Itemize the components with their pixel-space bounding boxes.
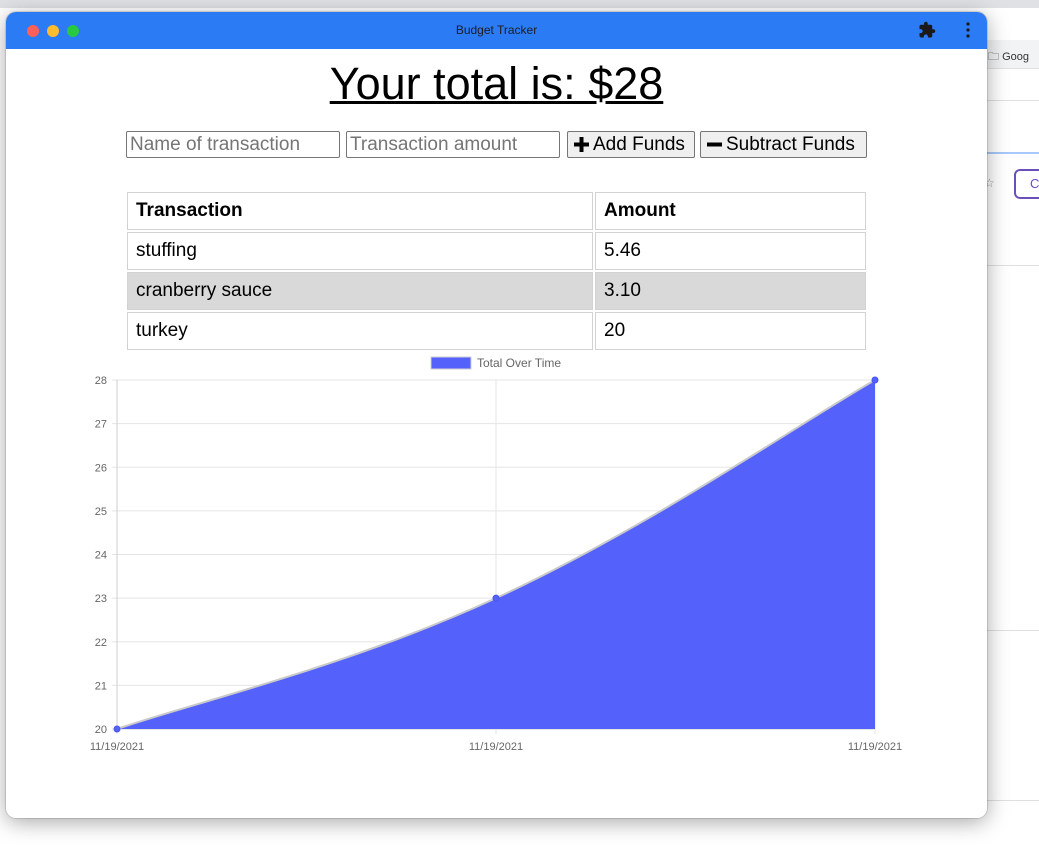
y-tick-label: 21 xyxy=(95,680,107,692)
x-tick-label: 11/19/2021 xyxy=(90,741,144,753)
budget-tracker-window: Budget Tracker Your total is: $28 Add Fu… xyxy=(6,12,987,818)
x-tick-label: 11/19/2021 xyxy=(848,741,902,753)
background-divider xyxy=(987,265,1039,266)
y-tick-label: 22 xyxy=(95,637,107,649)
background-bookmark-folder[interactable]: 🗀 Goog xyxy=(988,48,1029,67)
y-tick-label: 27 xyxy=(95,419,107,431)
page-content: Your total is: $28 Add Funds Subtract Fu… xyxy=(6,49,987,818)
y-tick-label: 25 xyxy=(95,506,107,518)
data-point xyxy=(871,376,879,384)
y-tick-label: 23 xyxy=(95,593,107,605)
y-tick-label: 24 xyxy=(95,550,107,562)
legend-swatch xyxy=(430,356,472,370)
folder-icon: 🗀 xyxy=(988,51,999,63)
background-divider xyxy=(987,100,1039,101)
window-title: Budget Tracker xyxy=(455,23,538,37)
y-tick-label: 20 xyxy=(95,724,107,736)
y-tick-label: 28 xyxy=(95,375,107,387)
background-divider xyxy=(987,152,1039,154)
total-over-time-chart: 20 21 22 23 24 25 26 27 28 11/19/2021 11/19/2021 11… xyxy=(90,356,902,753)
y-tick-label: 26 xyxy=(95,462,107,474)
background-divider xyxy=(987,630,1039,631)
x-tick-label: 11/19/2021 xyxy=(469,741,523,753)
background-browser-topbar xyxy=(0,0,1039,8)
data-point xyxy=(492,594,500,602)
bookmark-folder-label: Goog xyxy=(1002,51,1029,63)
background-divider xyxy=(987,800,1039,801)
data-point xyxy=(113,725,121,733)
legend-label: Total Over Time xyxy=(477,356,561,370)
window-titlebar[interactable]: Budget Tracker xyxy=(6,12,987,49)
background-button[interactable]: C xyxy=(1014,169,1039,199)
more-vert-icon[interactable] xyxy=(961,21,975,39)
puzzle-extension-icon[interactable] xyxy=(918,21,936,39)
